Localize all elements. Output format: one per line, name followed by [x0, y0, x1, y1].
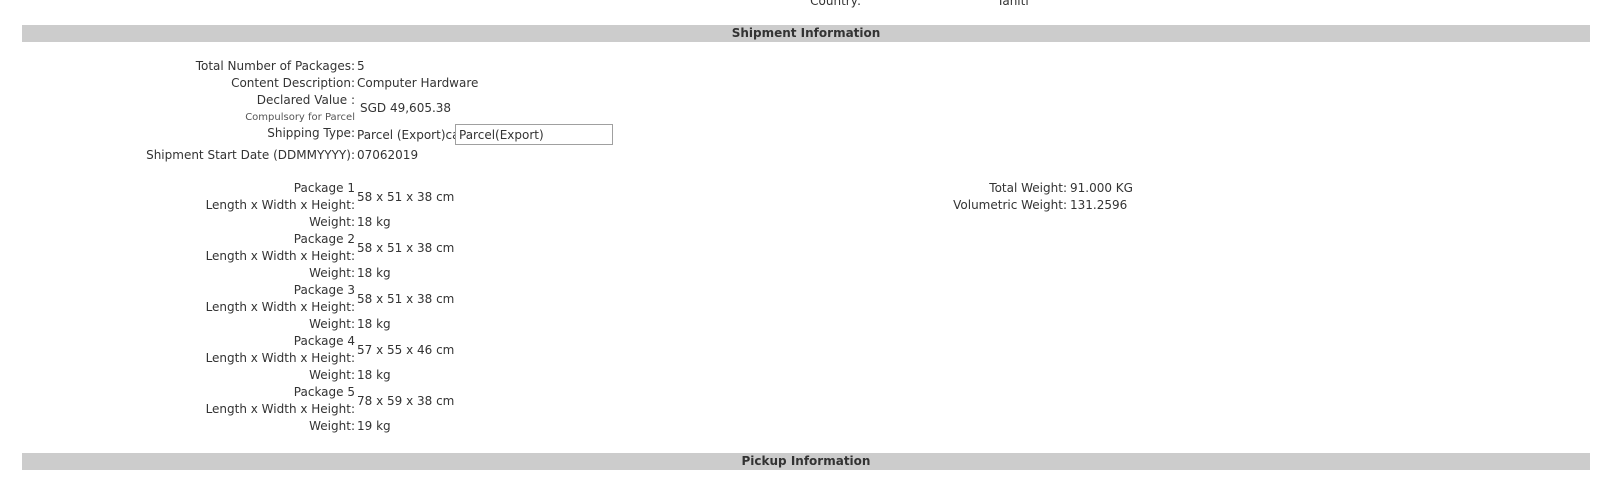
package-weight-label: Weight: [309, 266, 355, 280]
package-weight-value: 18 kg [357, 368, 391, 382]
package-title: Package 3 [293, 283, 355, 297]
volumetric-weight-value: 131.2596 [1070, 198, 1128, 212]
package-dimensions-value: 57 x 55 x 46 cm [357, 343, 455, 357]
volumetric-weight-label: Volumetric Weight: [953, 198, 1067, 212]
package-item: Package 1 Length x Width x Height: 58 x … [0, 180, 800, 231]
package-dimensions-label: Length x Width x Height: [205, 402, 355, 416]
shipment-start-date-label: Shipment Start Date (DDMMYYYY): [146, 148, 355, 162]
package-weight-label: Weight: [309, 215, 355, 229]
package-weight-label: Weight: [309, 419, 355, 433]
package-weight-value: 18 kg [357, 266, 391, 280]
shipment-information-header: Shipment Information [22, 25, 1590, 42]
package-dimensions-value: 58 x 51 x 38 cm [357, 241, 455, 255]
package-title: Package 5 [293, 385, 355, 399]
total-packages-value: 5 [357, 59, 365, 73]
country-label: Country: [810, 0, 861, 8]
shipping-type-text: Parcel (Export)car [357, 128, 465, 142]
package-item: Package 5 Length x Width x Height: 78 x … [0, 384, 800, 435]
shipment-start-date-value: 07062019 [357, 148, 419, 162]
pickup-information-header: Pickup Information [22, 453, 1590, 470]
declared-value-sublabel: Compulsory for Parcel [245, 112, 355, 123]
country-value: Tahiti [997, 0, 1029, 8]
package-weight-label: Weight: [309, 368, 355, 382]
package-title: Package 2 [293, 232, 355, 246]
declared-value-label: Declared Value : [256, 93, 355, 107]
package-dimensions-label: Length x Width x Height: [205, 198, 355, 212]
shipping-type-label: Shipping Type: [267, 126, 355, 140]
package-dimensions-label: Length x Width x Height: [205, 351, 355, 365]
declared-value-value: SGD 49,605.38 [360, 101, 452, 115]
country-row: Country: Tahiti [0, 0, 1612, 8]
package-title: Package 1 [293, 181, 355, 195]
package-item: Package 3 Length x Width x Height: 58 x … [0, 282, 800, 333]
shipping-type-input[interactable] [455, 124, 613, 145]
package-item: Package 2 Length x Width x Height: 58 x … [0, 231, 800, 282]
total-weight-value: 91.000 KG [1070, 181, 1133, 195]
total-weight-row: Total Weight: 91.000 KG [900, 180, 1300, 197]
content-description-value: Computer Hardware [357, 76, 479, 90]
package-weight-value: 19 kg [357, 419, 391, 433]
package-dimensions-label: Length x Width x Height: [205, 249, 355, 263]
package-dimensions-value: 58 x 51 x 38 cm [357, 190, 455, 204]
package-weight-label: Weight: [309, 317, 355, 331]
package-dimensions-value: 78 x 59 x 38 cm [357, 394, 455, 408]
package-title: Package 4 [293, 334, 355, 348]
total-weight-label: Total Weight: [989, 181, 1067, 195]
content-description-label: Content Description: [231, 76, 355, 90]
package-item: Package 4 Length x Width x Height: 57 x … [0, 333, 800, 384]
package-weight-value: 18 kg [357, 317, 391, 331]
total-packages-label: Total Number of Packages: [195, 59, 355, 73]
volumetric-weight-row: Volumetric Weight: 131.2596 [900, 197, 1300, 214]
package-dimensions-value: 58 x 51 x 38 cm [357, 292, 455, 306]
package-weight-value: 18 kg [357, 215, 391, 229]
package-dimensions-label: Length x Width x Height: [205, 300, 355, 314]
